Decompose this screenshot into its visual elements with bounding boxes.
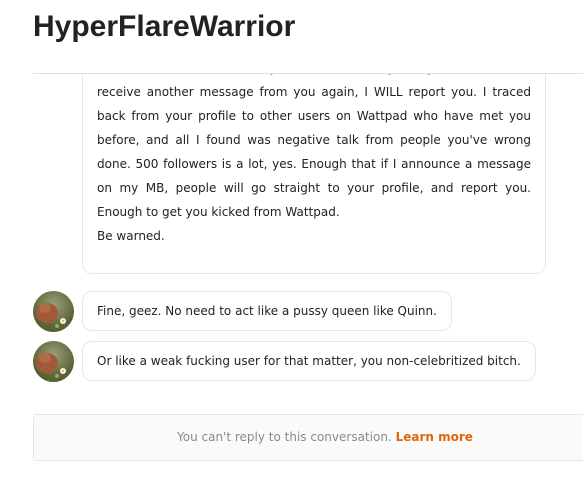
learn-more-link[interactable]: Learn more <box>396 430 473 444</box>
message-text: Or like a weak fucking user for that mat… <box>97 354 521 368</box>
message-bubble: Or like a weak fucking user for that mat… <box>82 341 536 381</box>
message-text: Fine, geez. No need to act like a pussy … <box>97 304 437 318</box>
message-text: onto the back foot. If I hear you've bot… <box>97 74 531 219</box>
avatar-image <box>33 291 74 332</box>
message-bubble: Fine, geez. No need to act like a pussy … <box>82 291 452 331</box>
message-bubble: onto the back foot. If I hear you've bot… <box>82 74 546 274</box>
message-thread[interactable]: onto the back foot. If I hear you've bot… <box>33 74 583 394</box>
sender-avatar[interactable] <box>33 341 74 382</box>
conversation-page: HyperFlareWarrior onto the back foot. If… <box>0 0 583 481</box>
message-text: Be warned. <box>97 229 165 243</box>
avatar-image <box>33 341 74 382</box>
reply-disabled-notice: You can't reply to this conversation. Le… <box>33 414 583 461</box>
sender-avatar[interactable] <box>33 291 74 332</box>
notice-text: You can't reply to this conversation. <box>177 430 392 444</box>
conversation-title: HyperFlareWarrior <box>33 10 296 43</box>
